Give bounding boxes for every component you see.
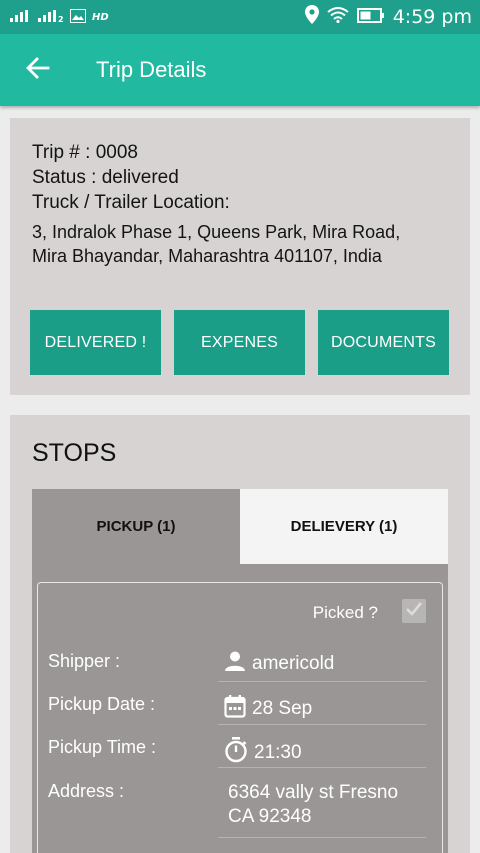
delivered-button[interactable]: DELIVERED !: [30, 310, 161, 375]
page-title: Trip Details: [96, 57, 207, 82]
address-value: 6364 vally st Fresno CA 92348: [228, 781, 398, 829]
svg-text:2: 2: [58, 15, 64, 22]
expenses-button[interactable]: EXPENES: [174, 310, 305, 375]
shipper-label: Shipper :: [48, 651, 121, 671]
pickup-time-value: 21:30: [224, 737, 302, 769]
signal-1-icon: [10, 9, 32, 25]
truck-address-line-1: 3, Indralok Phase 1, Queens Park, Mira R…: [32, 222, 401, 242]
divider: [218, 767, 426, 768]
calendar-icon: [224, 694, 246, 724]
stops-tabs: PICKUP (1) DELIEVERY (1): [32, 489, 448, 564]
truck-address-line-2: Mira Bhayandar, Maharashtra 401107, Indi…: [32, 246, 382, 266]
app-bar: Trip Details: [0, 34, 480, 106]
back-button[interactable]: [0, 34, 76, 106]
pickup-tab-panel: Picked ? Shipper : americold Pickup Date…: [32, 564, 448, 853]
divider: [218, 681, 426, 682]
trip-number: Trip # : 0008: [32, 142, 138, 163]
address-line-2: CA 92348: [228, 806, 312, 827]
trip-info: Trip # : 0008 Status : delivered Truck /…: [32, 140, 400, 268]
pickup-date-label: Pickup Date :: [48, 694, 156, 714]
documents-button[interactable]: DOCUMENTS: [318, 310, 449, 375]
picked-checkbox[interactable]: [402, 599, 426, 623]
trip-status: Status : delivered: [32, 167, 179, 188]
divider: [218, 837, 426, 838]
hd-indicator: HD: [92, 11, 109, 23]
location-icon: [304, 5, 319, 29]
checkmark-icon: [405, 601, 423, 622]
pickup-time-label: Pickup Time :: [48, 737, 157, 757]
clock-time: 4:59 pm: [392, 6, 472, 28]
shipper-value: americold: [224, 651, 334, 677]
divider: [218, 724, 426, 725]
arrow-left-icon: [26, 56, 50, 84]
tab-pickup[interactable]: PICKUP (1): [32, 489, 240, 564]
stopwatch-icon: [224, 737, 248, 769]
address-label: Address :: [48, 781, 125, 801]
shipper-name: americold: [252, 653, 335, 674]
truck-location-label: Truck / Trailer Location:: [32, 192, 230, 213]
stops-title: STOPS: [32, 439, 117, 467]
pickup-date: 28 Sep: [252, 698, 313, 719]
stops-card: STOPS PICKUP (1) DELIEVERY (1) Picked ? …: [10, 415, 470, 853]
wifi-icon: [327, 6, 349, 28]
trip-summary-card: Trip # : 0008 Status : delivered Truck /…: [10, 118, 470, 395]
pickup-detail-card: Picked ? Shipper : americold Pickup Date…: [37, 582, 443, 853]
picked-label: Picked ?: [312, 603, 378, 622]
person-icon: [224, 651, 246, 677]
tab-delivery[interactable]: DELIEVERY (1): [240, 489, 448, 564]
gallery-icon: [70, 8, 86, 26]
status-bar: 2 HD 4:59 pm: [0, 0, 480, 34]
pickup-date-value: 28 Sep: [224, 694, 312, 724]
signal-2-icon: 2: [38, 9, 64, 25]
battery-icon: [356, 6, 385, 28]
address-line-1: 6364 vally st Fresno: [228, 782, 399, 803]
pickup-time: 21:30: [254, 742, 302, 763]
